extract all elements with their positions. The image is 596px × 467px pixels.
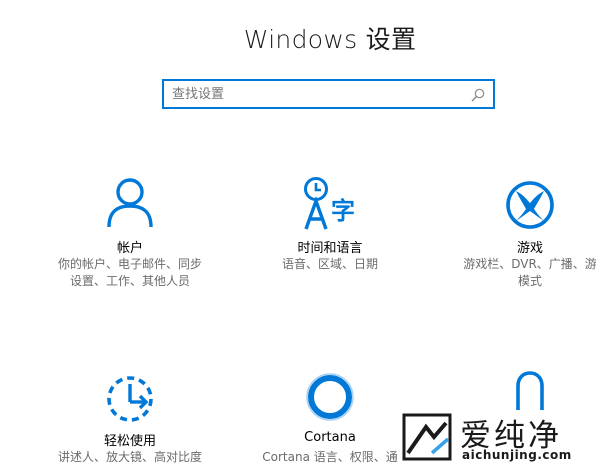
tile-ease-of-access-name: 轻松使用 [103,434,156,449]
tile-cortana[interactable]: Cortana Cortana 语言、权限、通 [240,370,420,467]
person-icon [107,178,153,227]
xbox-icon [506,181,554,229]
watermark: 爱纯净 aichunjing.com [398,410,596,467]
tile-time-language-desc-line1: 语音、区域、日期 [281,257,378,271]
cortana-icon [306,373,354,421]
time-language-icon: 字 [304,177,355,230]
tile-time-language-name: 时间和语言 [297,241,363,256]
svg-text:字: 字 [331,197,355,225]
tile-ease-of-access[interactable]: 轻松使用 讲述人、放大镜、高对比度 [40,370,220,467]
tile-gaming[interactable]: 游戏 游戏栏、DVR、广播、游 模式 [440,175,596,295]
tile-gaming-desc-line2: 模式 [517,274,542,288]
tile-cortana-desc-line1: Cortana 语言、权限、通 [262,450,398,464]
aichunjing-logo-icon [402,413,452,461]
tile-ease-of-access-desc-line1: 讲述人、放大镜、高对比度 [57,450,202,464]
tile-accounts-name: 帐户 [116,241,143,256]
ease-of-access-icon [107,376,153,422]
tile-gaming-desc-line1: 游戏栏、DVR、广播、游 [463,257,596,271]
tile-gaming-name: 游戏 [516,241,543,256]
tile-accounts[interactable]: 帐户 你的帐户、电子邮件、同步 设置、工作、其他人员 [40,175,220,295]
tile-time-language[interactable]: 字 时间和语言 语音、区域、日期 [240,175,420,285]
watermark-url: aichunjing.com [462,448,572,462]
search-input[interactable] [172,85,462,103]
search-icon[interactable] [470,87,486,103]
tile-cortana-name: Cortana [304,430,356,445]
lock-icon [516,371,544,410]
tile-accounts-desc-line1: 你的帐户、电子邮件、同步 [57,257,202,271]
tile-accounts-desc-line2: 设置、工作、其他人员 [69,274,190,288]
page-title: Windows 设置 [243,25,417,54]
search-box[interactable] [162,79,495,109]
